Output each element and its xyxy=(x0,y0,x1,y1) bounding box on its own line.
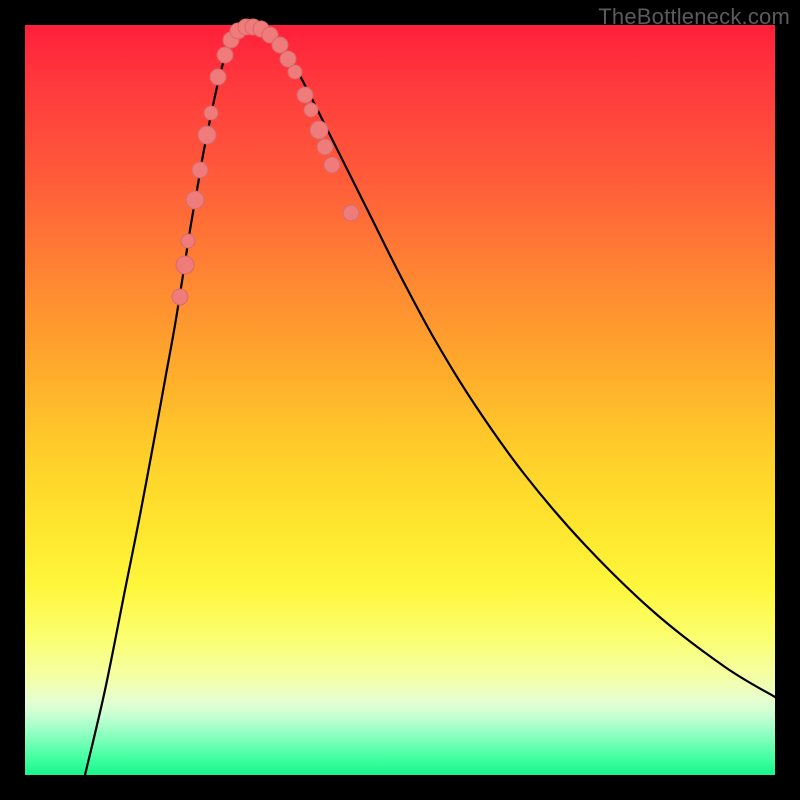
dot xyxy=(297,87,313,103)
dot xyxy=(210,69,226,85)
dot xyxy=(204,106,218,120)
chart-frame: TheBottleneck.com xyxy=(0,0,800,800)
dot xyxy=(304,103,318,117)
dot xyxy=(198,126,216,144)
highlight-dots xyxy=(172,19,359,305)
dot xyxy=(186,191,204,209)
dot xyxy=(192,162,208,178)
dot xyxy=(217,47,233,63)
dot xyxy=(176,256,194,274)
dot xyxy=(288,65,302,79)
plot-area xyxy=(25,25,775,775)
dot xyxy=(317,139,333,155)
dot xyxy=(280,51,296,67)
v-curve xyxy=(85,26,775,775)
curve-layer xyxy=(25,25,775,775)
dot xyxy=(343,205,359,221)
dot xyxy=(172,289,188,305)
dot xyxy=(310,121,328,139)
dot xyxy=(324,157,340,173)
watermark-label: TheBottleneck.com xyxy=(598,4,790,30)
dot xyxy=(272,37,288,53)
dot xyxy=(181,234,195,248)
